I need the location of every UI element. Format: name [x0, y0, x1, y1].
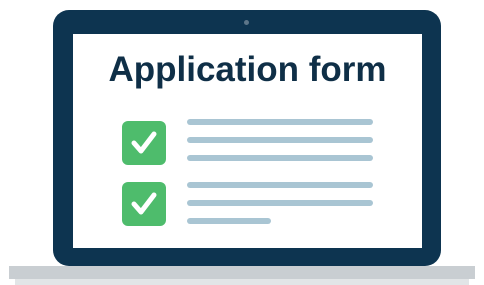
- laptop-base: [9, 266, 475, 279]
- checkmark-icon: [131, 131, 157, 154]
- text-placeholder-line: [187, 137, 373, 143]
- text-placeholder-line: [187, 155, 373, 161]
- checkbox-checked-icon: [122, 121, 166, 165]
- text-placeholder-line: [187, 218, 271, 224]
- laptop-base-shadow: [15, 279, 469, 285]
- text-placeholder-line: [187, 182, 373, 188]
- text-placeholder-line: [187, 119, 373, 125]
- checkbox-checked-icon: [122, 182, 166, 226]
- checkmark-icon: [131, 192, 157, 215]
- text-placeholder-line: [187, 200, 373, 206]
- webcam-icon: [244, 20, 249, 25]
- form-title: Application form: [108, 50, 387, 89]
